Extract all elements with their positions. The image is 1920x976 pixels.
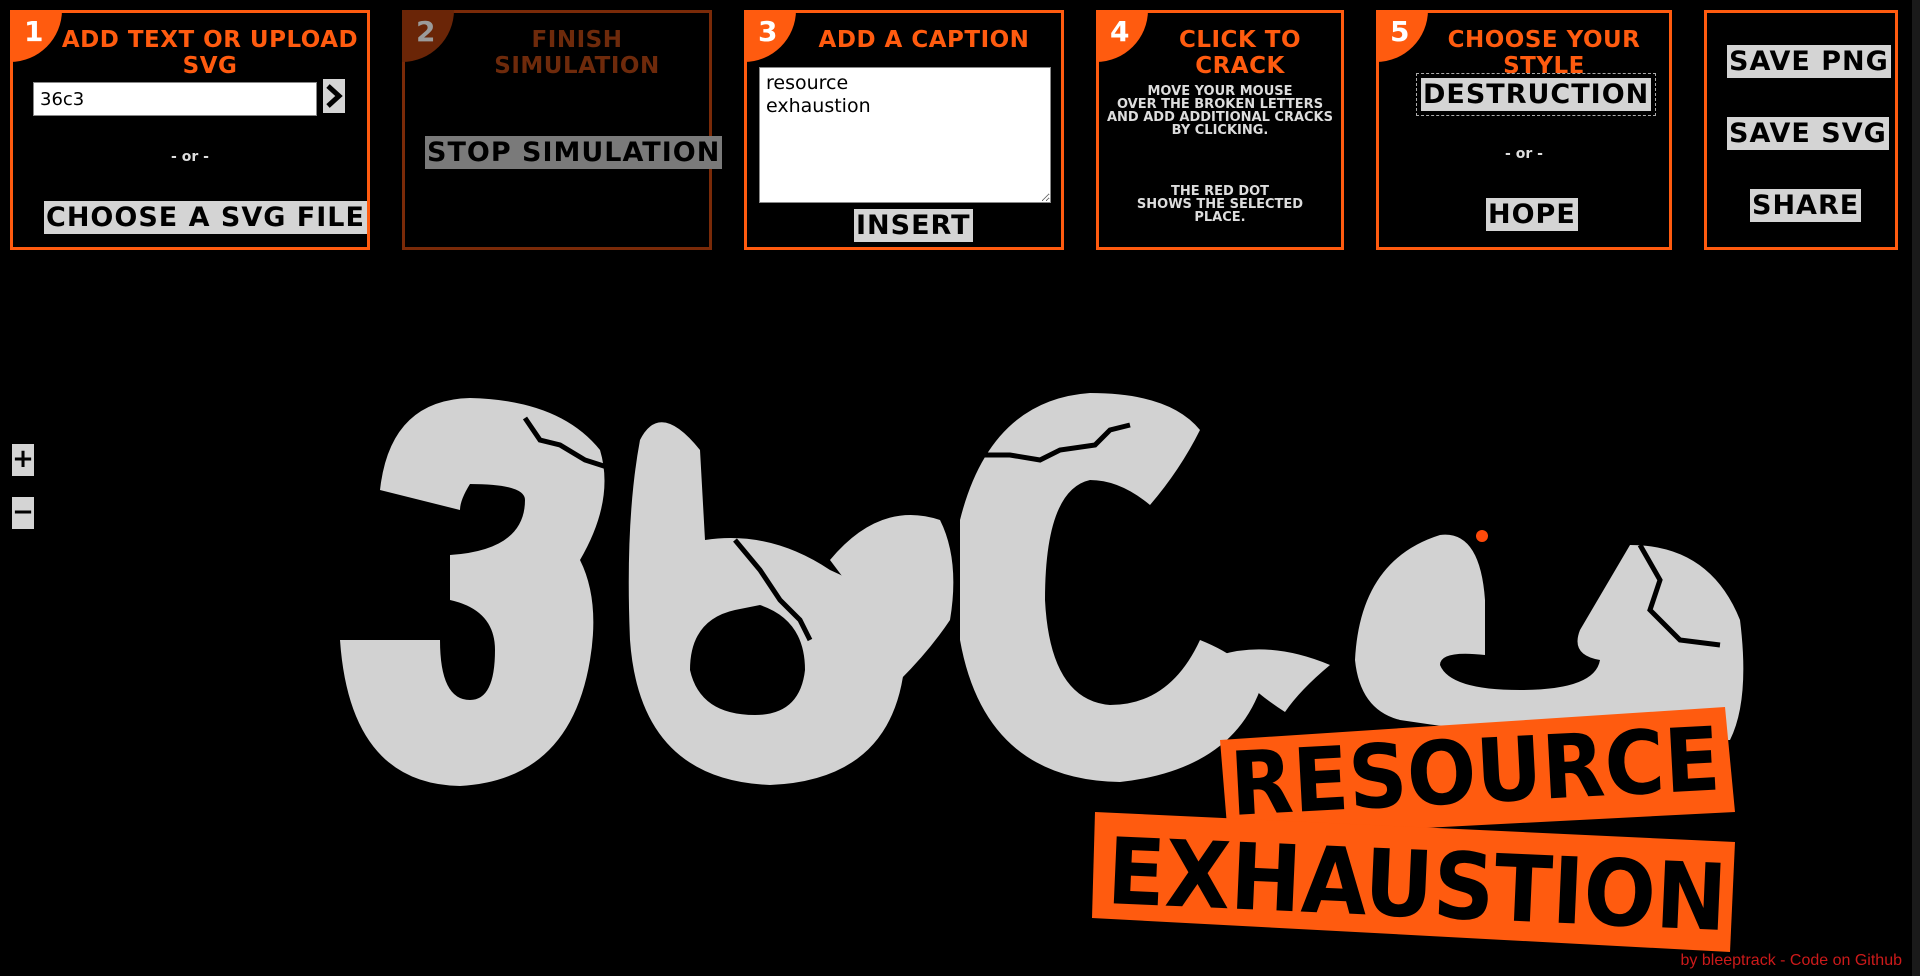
selected-point-dot bbox=[1476, 530, 1488, 542]
glyph-3[interactable] bbox=[340, 398, 605, 786]
glyph-6[interactable] bbox=[628, 422, 954, 785]
page-scrollbar[interactable] bbox=[1912, 0, 1920, 976]
glyph-c[interactable] bbox=[960, 393, 1330, 782]
caption-line1: RESOURCE bbox=[1228, 707, 1723, 836]
cracked-text-canvas[interactable]: RESOURCE EXHAUSTION bbox=[0, 0, 1920, 976]
footer-credit-link[interactable]: by bleeptrack - Code on Github bbox=[1681, 952, 1902, 970]
